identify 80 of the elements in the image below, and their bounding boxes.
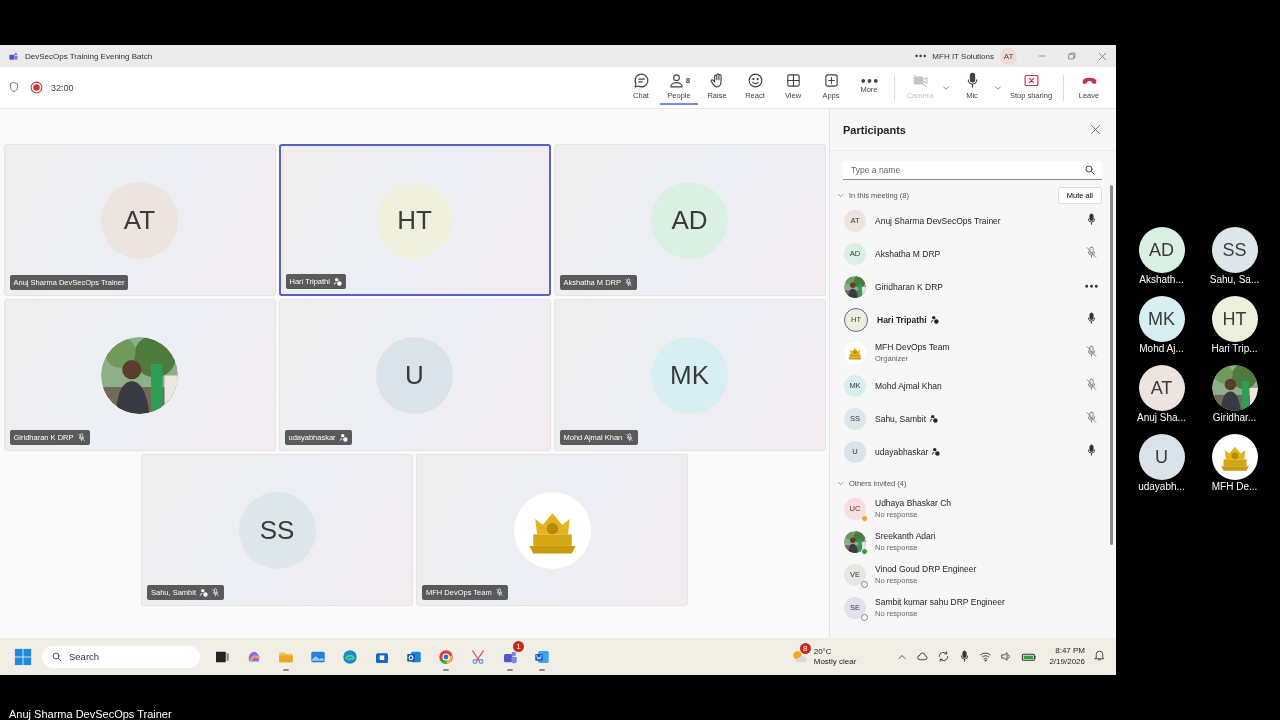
participant-name: Sahu, Sa... — [1209, 274, 1260, 285]
mic-icon — [1085, 443, 1098, 457]
clock-time: 8:47 PM — [1055, 646, 1085, 657]
more-button[interactable] — [1085, 284, 1098, 289]
search-icon — [1084, 164, 1096, 176]
participant-name: Anuj Sha... — [1137, 412, 1186, 423]
sync-icon — [937, 650, 951, 663]
scrollbar[interactable] — [1110, 185, 1113, 545]
participant-name: Hari Tripathi — [877, 314, 927, 325]
participant-name: Akshath... — [1139, 274, 1184, 285]
participant-name: Sahu, Sambit — [875, 413, 927, 424]
teams-icon — [8, 50, 19, 62]
participant-name: Anuj Sharma DevSecOps Trainer — [875, 215, 1001, 226]
search-icon — [51, 650, 63, 663]
crest-icon — [844, 341, 866, 364]
temperature: 20°C — [813, 646, 833, 657]
mic-icon — [1085, 212, 1098, 226]
participant-name: Mohd Ajmal Khan — [875, 380, 942, 391]
participant-name: udayabh... — [1138, 481, 1185, 492]
more-icon — [860, 77, 878, 84]
stop-share-icon — [1022, 72, 1040, 89]
panel-title: Participants — [843, 123, 906, 136]
search-field[interactable]: Search — [42, 645, 200, 668]
chat-icon — [632, 72, 650, 89]
chevron-icon — [836, 191, 845, 200]
more-icon — [915, 54, 927, 58]
participant-name: Sambit kumar sahu DRP Engineer — [875, 597, 1006, 607]
avatar: AD — [1138, 227, 1185, 273]
participant-name: Sreekanth Adari — [875, 531, 937, 541]
cloud-icon — [916, 650, 930, 663]
participant-name: Giridhar... — [1212, 412, 1257, 423]
avatar: U — [376, 336, 453, 414]
participant-name: Giridharan K DRP — [875, 281, 944, 292]
crest-icon — [513, 491, 591, 569]
crest-icon — [1211, 434, 1258, 480]
caption-text: Anuj Sharma DevSecOps Trainer — [9, 708, 172, 720]
more-icon — [1085, 284, 1098, 289]
participant-name: Akshatha M DRP — [875, 248, 941, 259]
avatar: HT — [376, 181, 453, 259]
avatar: U — [1138, 434, 1185, 480]
clock-date: 2/19/2026 — [1049, 656, 1085, 667]
close-button[interactable] — [1089, 123, 1102, 136]
account-avatar[interactable]: AT — [1000, 47, 1017, 65]
notification-badge: 8 — [799, 642, 811, 654]
camera-off-icon — [911, 72, 929, 89]
weather-summary: Mostly clear — [813, 656, 857, 667]
mic-icon — [1085, 311, 1098, 325]
organization-name: MFH IT Solutions — [932, 51, 994, 61]
participant-name: MFH DevOps Team — [875, 342, 950, 352]
participant-name: MFH De... — [1211, 481, 1258, 492]
avatar: AD — [651, 181, 728, 259]
restore-icon — [1067, 51, 1077, 61]
search-field[interactable]: Type a name — [843, 161, 1102, 180]
smiley-icon — [746, 72, 764, 89]
participant-name: Udhaya Bhaskar Ch — [875, 498, 953, 508]
person-icon — [667, 72, 685, 89]
participant-name: udayabhaskar — [875, 446, 929, 457]
plus-icon — [822, 72, 840, 89]
avatar: AT — [1138, 365, 1185, 411]
avatar: MK — [1138, 296, 1185, 342]
meeting-timer: 32:00 — [51, 82, 74, 93]
avatar: HT — [1211, 296, 1258, 342]
window-title: DevSecOps Training Evening Batch — [25, 51, 153, 61]
avatar: AT — [101, 181, 178, 259]
participant-name: Mohd Aj... — [1139, 343, 1184, 354]
windows-icon[interactable] — [14, 647, 32, 666]
chrome-icon — [437, 647, 455, 666]
participant-name: Hari Trip... — [1211, 343, 1258, 354]
notification-icon — [1093, 648, 1106, 662]
grid-icon — [784, 72, 802, 89]
participant-name: Vinod Goud DRP Engineer — [875, 564, 978, 574]
close-icon — [1097, 50, 1108, 62]
chevron-icon — [836, 479, 845, 488]
shield-icon — [8, 80, 20, 93]
close-icon — [1089, 123, 1102, 136]
avatar: SS — [1211, 227, 1258, 273]
wifi-icon — [979, 650, 993, 663]
avatar: SS — [238, 491, 316, 569]
notification-badge: 1 — [513, 640, 524, 652]
avatar: MK — [651, 336, 728, 414]
